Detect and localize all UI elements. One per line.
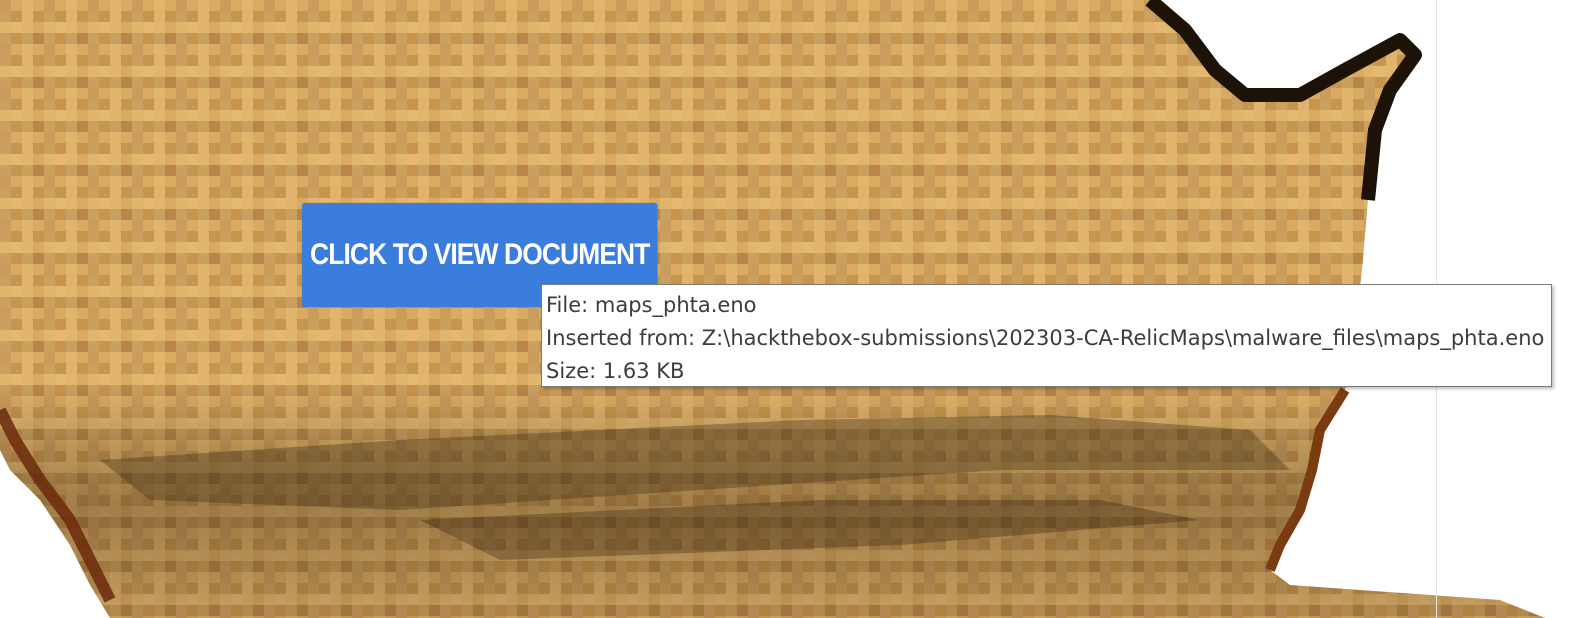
tooltip-inserted-from-path: Inserted from: Z:\hackthebox-submissions… <box>546 326 1545 350</box>
tooltip-file-size: Size: 1.63 KB <box>546 359 685 383</box>
embedded-file-tooltip: File: maps_phta.eno Inserted from: Z:\ha… <box>541 284 1552 387</box>
tooltip-file-name: File: maps_phta.eno <box>546 293 757 317</box>
document-canvas: CLICK TO VIEW DOCUMENT File: maps_phta.e… <box>0 0 1575 618</box>
